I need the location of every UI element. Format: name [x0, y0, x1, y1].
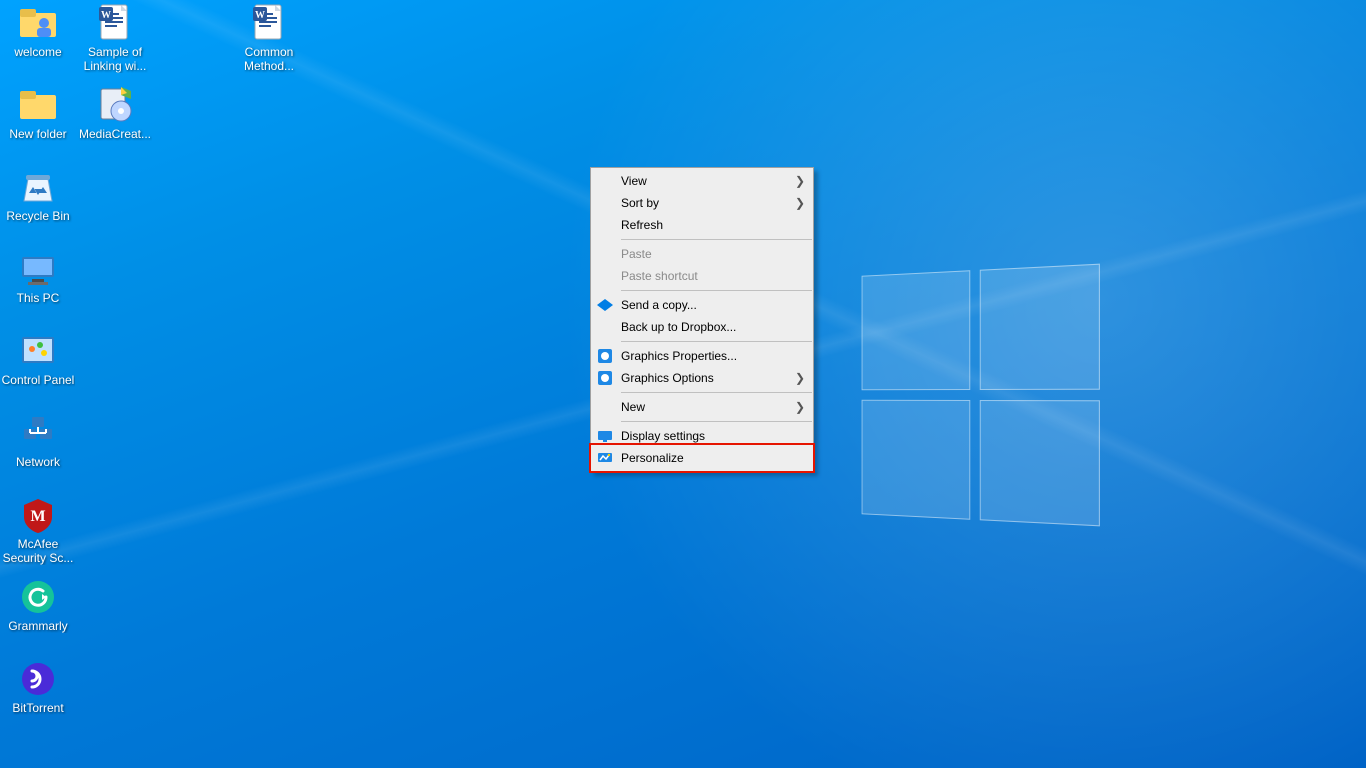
desktop-icon-label: Grammarly	[1, 619, 75, 633]
chevron-right-icon: ❯	[795, 400, 805, 414]
context-menu-item-label: Refresh	[621, 218, 663, 232]
folder-icon	[18, 85, 58, 125]
desktop-icon-mcafee[interactable]: McAfee Security Sc...	[1, 495, 75, 565]
desktop-context-menu: View ❯ Sort by ❯ Refresh Paste Paste shortcut S…	[590, 167, 814, 472]
setup-disc-icon	[95, 85, 135, 125]
desktop-icon-label: New folder	[1, 127, 75, 141]
context-menu-item-label: Send a copy...	[621, 298, 697, 312]
folder-user-icon	[18, 3, 58, 43]
desktop-icon-sample-linking[interactable]: Sample of Linking wi...	[78, 3, 152, 73]
desktop-background[interactable]: W M welcomeSample of Linking wi...Common…	[0, 0, 1366, 768]
desktop-icon-network[interactable]: Network	[1, 413, 75, 469]
context-menu-item-refresh[interactable]: Refresh	[591, 214, 813, 236]
doc-word-icon	[95, 3, 135, 43]
doc-word-icon	[249, 3, 289, 43]
desktop-icon-welcome[interactable]: welcome	[1, 3, 75, 59]
context-menu-item-paste-shortcut: Paste shortcut	[591, 265, 813, 287]
context-menu-item-label: New	[621, 400, 645, 414]
context-menu-item-paste: Paste	[591, 243, 813, 265]
recycle-icon	[18, 167, 58, 207]
desktop-icon-label: McAfee Security Sc...	[1, 537, 75, 565]
context-menu-separator	[621, 421, 812, 422]
context-menu-item-send-a-copy[interactable]: Send a copy...	[591, 294, 813, 316]
desktop-icon-grammarly[interactable]: Grammarly	[1, 577, 75, 633]
desktop-icon-recycle-bin[interactable]: Recycle Bin	[1, 167, 75, 223]
cpl-icon	[18, 331, 58, 371]
desktop-icon-new-folder[interactable]: New folder	[1, 85, 75, 141]
context-menu-item-label: Display settings	[621, 429, 705, 443]
chevron-right-icon: ❯	[795, 174, 805, 188]
desktop-icon-control-panel[interactable]: Control Panel	[1, 331, 75, 387]
desktop-icon-label: Network	[1, 455, 75, 469]
desktop-icon-label: Common Method...	[232, 45, 306, 73]
desktop-icon-mediacreat[interactable]: MediaCreat...	[78, 85, 152, 141]
desktop-icon-label: welcome	[1, 45, 75, 59]
desktop-icon-bittorrent[interactable]: BitTorrent	[1, 659, 75, 715]
context-menu-item-personalize[interactable]: Personalize	[591, 447, 813, 469]
desktop-icon-label: Recycle Bin	[1, 209, 75, 223]
desktop-icon-common-method[interactable]: Common Method...	[232, 3, 306, 73]
desktop-icon-label: MediaCreat...	[78, 127, 152, 141]
context-menu-item-view[interactable]: View ❯	[591, 170, 813, 192]
context-menu-item-new[interactable]: New ❯	[591, 396, 813, 418]
context-menu-separator	[621, 341, 812, 342]
context-menu-item-label: Personalize	[621, 451, 684, 465]
dropbox-icon	[597, 297, 613, 313]
context-menu-item-label: View	[621, 174, 647, 188]
chevron-right-icon: ❯	[795, 196, 805, 210]
context-menu-item-label: Paste shortcut	[621, 269, 698, 283]
context-menu-item-display-settings[interactable]: Display settings	[591, 425, 813, 447]
network-icon	[18, 413, 58, 453]
context-menu-item-label: Paste	[621, 247, 652, 261]
windows-logo-icon	[862, 264, 1100, 527]
pc-icon	[18, 249, 58, 289]
bittorrent-icon	[18, 659, 58, 699]
mcafee-icon	[18, 495, 58, 535]
desktop-icon-label: BitTorrent	[1, 701, 75, 715]
context-menu-separator	[621, 392, 812, 393]
desktop-icon-label: Control Panel	[1, 373, 75, 387]
context-menu-separator	[621, 239, 812, 240]
context-menu-item-label: Sort by	[621, 196, 659, 210]
desktop-icon-label: Sample of Linking wi...	[78, 45, 152, 73]
context-menu-item-label: Back up to Dropbox...	[621, 320, 736, 334]
chevron-right-icon: ❯	[795, 371, 805, 385]
context-menu-item-graphics-properties[interactable]: Graphics Properties...	[591, 345, 813, 367]
grammarly-icon	[18, 577, 58, 617]
display-icon	[597, 428, 613, 444]
context-menu-item-label: Graphics Properties...	[621, 349, 737, 363]
context-menu-item-label: Graphics Options	[621, 371, 714, 385]
desktop-icon-label: This PC	[1, 291, 75, 305]
context-menu-item-back-up-to-dropbox[interactable]: Back up to Dropbox...	[591, 316, 813, 338]
desktop-icon-this-pc[interactable]: This PC	[1, 249, 75, 305]
context-menu-separator	[621, 290, 812, 291]
personalize-icon	[597, 450, 613, 466]
context-menu-item-graphics-options[interactable]: Graphics Options ❯	[591, 367, 813, 389]
intel-icon	[597, 370, 613, 386]
intel-icon	[597, 348, 613, 364]
context-menu-item-sort-by[interactable]: Sort by ❯	[591, 192, 813, 214]
